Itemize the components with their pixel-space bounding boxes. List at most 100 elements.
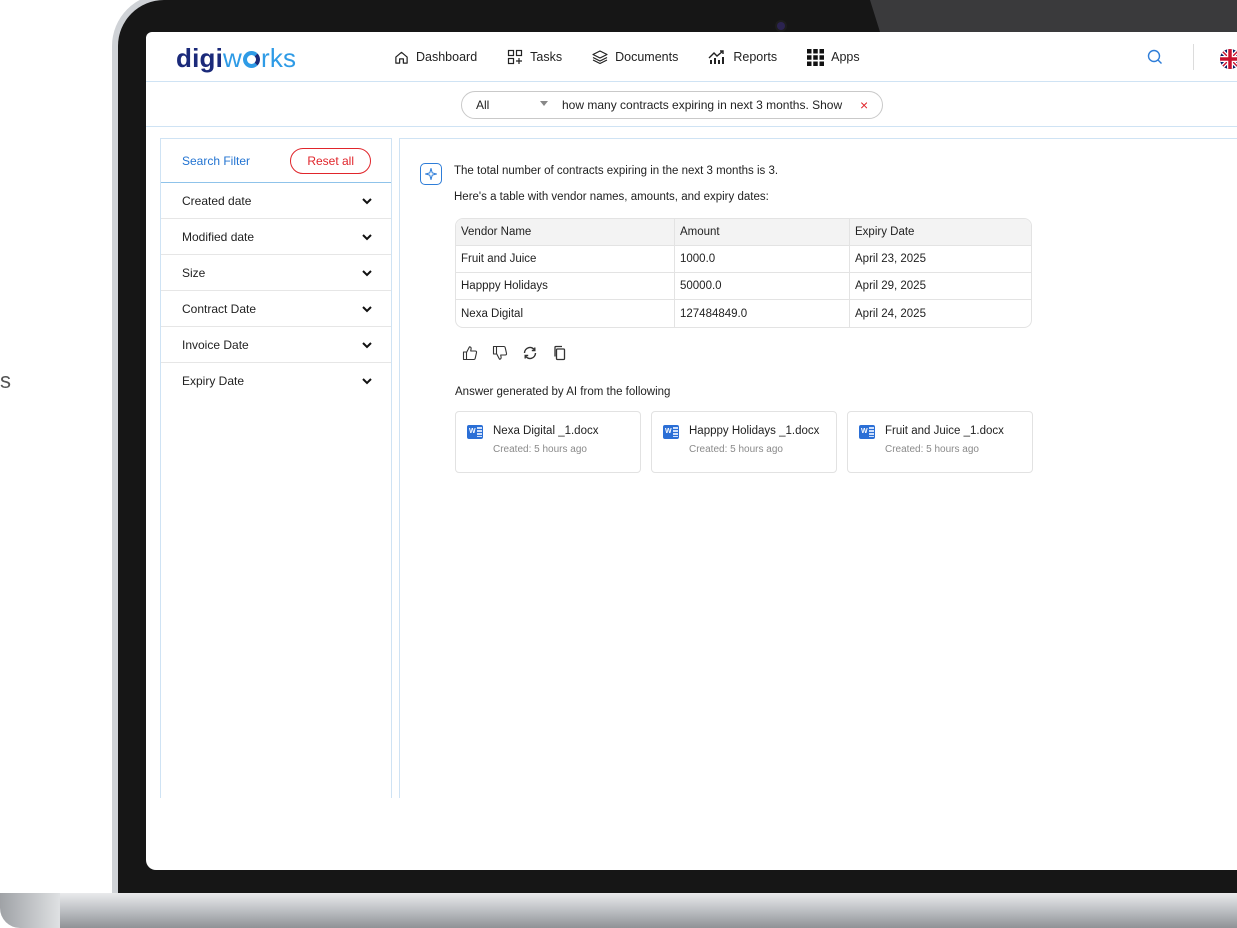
search-input[interactable]: how many contracts expiring in next 3 mo… xyxy=(562,98,860,112)
chevron-down-icon xyxy=(362,305,372,312)
app-screen: digiw rks Dashboard Tasks Documents Repor… xyxy=(146,32,1237,870)
top-divider xyxy=(1193,44,1194,70)
source-name: Fruit and Juice _1.docx xyxy=(885,425,1004,437)
facet-label: Created date xyxy=(182,193,252,208)
word-doc-icon: W xyxy=(467,425,483,439)
chevron-down-icon xyxy=(362,197,372,204)
search-icon[interactable] xyxy=(1146,48,1164,66)
chevron-down-icon xyxy=(362,233,372,240)
facet-label: Size xyxy=(182,265,206,280)
nav-dashboard[interactable]: Dashboard xyxy=(394,50,477,65)
column-header: Vendor Name xyxy=(456,219,674,246)
camera xyxy=(777,22,785,30)
search-row: All how many contracts expiring in next … xyxy=(146,83,1237,127)
filter-facet-invoice-date[interactable]: Invoice Date xyxy=(161,327,391,363)
apps-grid-icon xyxy=(807,48,825,66)
source-documents: W Nexa Digital _1.docx Created: 5 hours … xyxy=(455,411,1033,473)
source-name: Happpy Holidays _1.docx xyxy=(689,425,820,437)
layers-icon xyxy=(592,50,608,65)
bezel-glare xyxy=(870,0,1237,32)
answer-summary: The total number of contracts expiring i… xyxy=(454,165,779,177)
nav-documents[interactable]: Documents xyxy=(592,49,678,65)
filter-title: Search Filter xyxy=(182,153,251,168)
nav-dashboard-label: Dashboard xyxy=(416,50,478,64)
logo-light-text: w xyxy=(223,43,242,73)
home-icon xyxy=(395,51,408,64)
nav-reports-label: Reports xyxy=(733,50,778,64)
table-cell: April 24, 2025 xyxy=(849,300,1031,327)
table-row: Fruit and Juice 1000.0 April 23, 2025 xyxy=(456,246,1031,273)
feedback-actions xyxy=(462,345,568,361)
laptop-base xyxy=(20,893,1237,928)
logo-light-text-end: rks xyxy=(261,43,297,73)
source-card[interactable]: W Nexa Digital _1.docx Created: 5 hours … xyxy=(455,411,641,473)
filter-facet-size[interactable]: Size xyxy=(161,255,391,291)
nav-documents-label: Documents xyxy=(615,50,679,64)
search-filter-panel: Search Filter Reset all Created date Modi… xyxy=(160,138,392,798)
filter-facet-created-date[interactable]: Created date xyxy=(161,183,391,219)
table-cell: April 23, 2025 xyxy=(849,246,1031,273)
table-cell: April 29, 2025 xyxy=(849,273,1031,300)
facet-label: Expiry Date xyxy=(182,374,245,388)
ai-answer: The total number of contracts expiring i… xyxy=(454,163,778,215)
table-header-row: Vendor Name Amount Expiry Date xyxy=(456,219,1031,246)
copy-icon[interactable] xyxy=(552,345,568,361)
uk-flag-icon xyxy=(1220,49,1237,69)
table-cell: Nexa Digital xyxy=(461,307,523,320)
chevron-down-icon xyxy=(362,269,372,276)
source-meta: Created: 5 hours ago xyxy=(689,444,783,455)
sources-label: Answer generated by AI from the followin… xyxy=(455,386,671,398)
word-doc-icon: W xyxy=(859,425,875,439)
table-row: Happpy Holidays 50000.0 April 29, 2025 xyxy=(456,273,1031,300)
chevron-down-icon xyxy=(362,341,372,348)
filter-facet-modified-date[interactable]: Modified date xyxy=(161,219,391,255)
table-cell: Fruit and Juice xyxy=(456,246,674,273)
thumbs-up-icon[interactable] xyxy=(462,345,478,361)
tasks-grid-icon xyxy=(508,49,523,65)
search-scope-select[interactable]: All xyxy=(462,98,562,112)
laptop-base-edge xyxy=(0,893,60,928)
source-name: Nexa Digital _1.docx xyxy=(493,425,599,437)
source-meta: Created: 5 hours ago xyxy=(885,444,979,455)
source-card[interactable]: W Fruit and Juice _1.docx Created: 5 hou… xyxy=(847,411,1033,473)
source-meta: Created: 5 hours ago xyxy=(493,444,587,455)
chart-up-icon xyxy=(708,50,725,64)
reset-all-button[interactable]: Reset all xyxy=(290,147,371,174)
nav-tasks-label: Tasks xyxy=(530,50,563,64)
table-row: Nexa Digital 127484849.0 April 24, 2025 xyxy=(456,300,1031,327)
nav-reports[interactable]: Reports xyxy=(708,49,777,65)
logo-o-icon xyxy=(243,51,260,68)
facet-label: Modified date xyxy=(182,229,255,244)
side-text: s xyxy=(0,368,11,393)
answer-table: Vendor Name Amount Expiry Date Fruit and… xyxy=(455,218,1032,328)
filter-facet-contract-date[interactable]: Contract Date xyxy=(161,291,391,327)
caret-down-icon xyxy=(540,101,548,106)
facet-label: Invoice Date xyxy=(182,337,249,352)
regenerate-icon[interactable] xyxy=(522,345,538,361)
source-card[interactable]: W Happpy Holidays _1.docx Created: 5 hou… xyxy=(651,411,837,473)
logo-dark-text: digi xyxy=(176,43,224,73)
table-cell: 1000.0 xyxy=(674,246,849,273)
filter-header: Search Filter Reset all xyxy=(161,139,391,183)
language-flag-icon[interactable] xyxy=(1220,49,1237,69)
logo[interactable]: digiw rks xyxy=(176,43,296,74)
thumbs-down-icon[interactable] xyxy=(492,345,508,361)
answer-intro: Here's a table with vendor names, amount… xyxy=(454,191,769,203)
facet-list: Created date Modified date Size Contract Da… xyxy=(161,183,391,399)
clear-search-icon[interactable]: × xyxy=(860,97,882,113)
filter-facet-expiry-date[interactable]: Expiry Date xyxy=(161,363,391,399)
column-header: Expiry Date xyxy=(849,219,1031,246)
facet-label: Contract Date xyxy=(182,301,257,316)
nav-apps-label: Apps xyxy=(831,50,860,64)
main-nav: Dashboard Tasks Documents Reports Apps xyxy=(394,32,890,82)
search-bar[interactable]: All how many contracts expiring in next … xyxy=(461,91,883,119)
results-panel: The total number of contracts expiring i… xyxy=(399,138,1237,798)
ai-sparkle-icon xyxy=(420,163,442,185)
nav-tasks[interactable]: Tasks xyxy=(507,49,562,65)
table-cell: Happpy Holidays xyxy=(456,273,674,300)
nav-apps[interactable]: Apps xyxy=(807,48,860,66)
word-doc-icon: W xyxy=(663,425,679,439)
column-header: Amount xyxy=(674,219,849,246)
sparkle-icon xyxy=(425,168,437,180)
search-scope-value: All xyxy=(476,98,490,112)
